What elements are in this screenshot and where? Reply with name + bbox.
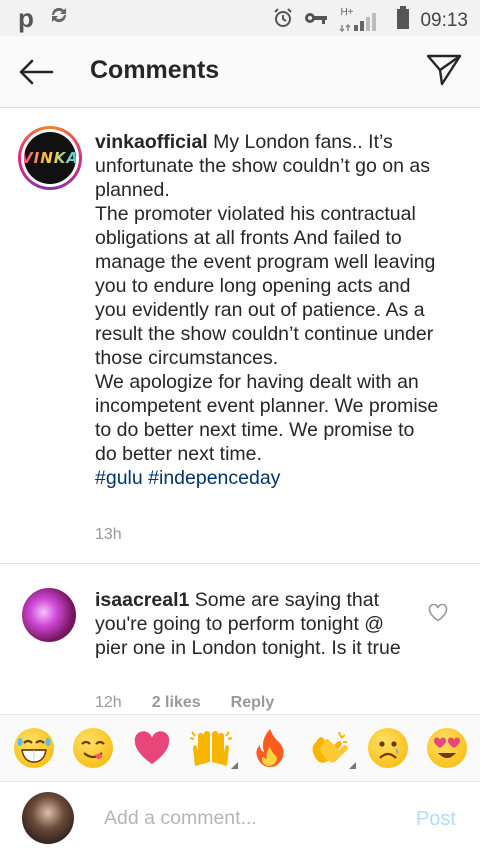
post-caption: VINKA vinkaofficial My London fans.. It’…	[0, 108, 480, 564]
status-time: 09:13	[420, 9, 468, 31]
page-title: Comments	[90, 56, 220, 84]
caption-username[interactable]: vinkaofficial	[95, 131, 208, 153]
current-user-avatar	[22, 792, 74, 844]
fire-emoji-icon	[255, 729, 284, 767]
caption-paragraph3: We apologize for having dealt with an in…	[95, 371, 439, 465]
grinning-face-features	[17, 738, 50, 763]
post-button[interactable]: Post	[416, 808, 456, 831]
avatar-inner: VINKA	[21, 129, 79, 187]
yum-face-features	[80, 740, 105, 760]
status-bar: p H+ 09:13	[0, 0, 480, 36]
hashtag-link[interactable]: #indepenceday	[148, 467, 280, 489]
key-icon	[304, 11, 328, 30]
sad-face-features	[378, 741, 398, 759]
app-header: Comments	[0, 36, 480, 108]
comment-timestamp: 12h	[95, 694, 122, 711]
battery-icon	[396, 6, 410, 35]
alarm-icon	[272, 7, 294, 34]
caption-text: vinkaofficial My London fans.. It’s unfo…	[95, 130, 440, 490]
emoji-quick-bar	[0, 714, 480, 782]
back-arrow-icon	[19, 59, 54, 85]
carrier-icon: p	[18, 2, 34, 33]
heart-eyes-face-features	[433, 737, 460, 758]
comment-meta: 12h 2 likes Reply	[95, 694, 274, 712]
avatar-image: VINKA	[24, 132, 76, 184]
raised-hands-emoji-icon	[189, 731, 232, 766]
caption-timestamp: 13h	[95, 526, 122, 543]
emoji-heart-eyes-button[interactable]	[424, 725, 470, 771]
status-left: p	[18, 4, 70, 31]
hashtag-link[interactable]: #gulu	[95, 467, 143, 489]
heart-emoji-icon	[134, 731, 169, 764]
heart-outline-icon	[428, 603, 448, 622]
clapping-hands-emoji-icon	[312, 731, 348, 763]
commenter-avatar[interactable]	[22, 588, 76, 642]
emoji-sad-button[interactable]	[365, 725, 411, 771]
caption-paragraph2: The promoter violated his contractual ob…	[95, 203, 436, 369]
vinka-logo: VINKA	[24, 149, 76, 167]
emoji-heart-button[interactable]	[129, 725, 175, 771]
caption-avatar[interactable]: VINKA	[18, 126, 82, 190]
comment-composer: Post	[0, 782, 480, 854]
back-button[interactable]	[16, 56, 56, 88]
emoji-grinning-sweat-button[interactable]	[11, 725, 57, 771]
status-right: H+ 09:13	[272, 6, 468, 35]
emoji-fire-button[interactable]	[247, 725, 293, 771]
share-button[interactable]	[424, 52, 464, 88]
comment-input[interactable]	[104, 802, 384, 834]
like-comment-button[interactable]	[428, 603, 448, 622]
network-type-label: H+	[340, 6, 354, 18]
send-icon	[426, 54, 462, 86]
emoji-yum-button[interactable]	[70, 725, 116, 771]
emoji-raised-hands-button[interactable]	[188, 725, 238, 771]
comment-item: isaacreal1 Some are saying that you're g…	[0, 580, 480, 712]
comment-likes-link[interactable]: 2 likes	[152, 694, 201, 712]
skin-tone-indicator	[348, 762, 356, 769]
skin-tone-indicator	[230, 762, 238, 769]
emoji-clapping-hands-button[interactable]	[306, 725, 356, 771]
reply-button[interactable]: Reply	[231, 694, 275, 712]
comment-username[interactable]: isaacreal1	[95, 589, 189, 611]
comment-text: isaacreal1 Some are saying that you're g…	[95, 588, 415, 660]
sync-icon	[48, 4, 70, 31]
signal-icon: H+	[338, 6, 386, 33]
